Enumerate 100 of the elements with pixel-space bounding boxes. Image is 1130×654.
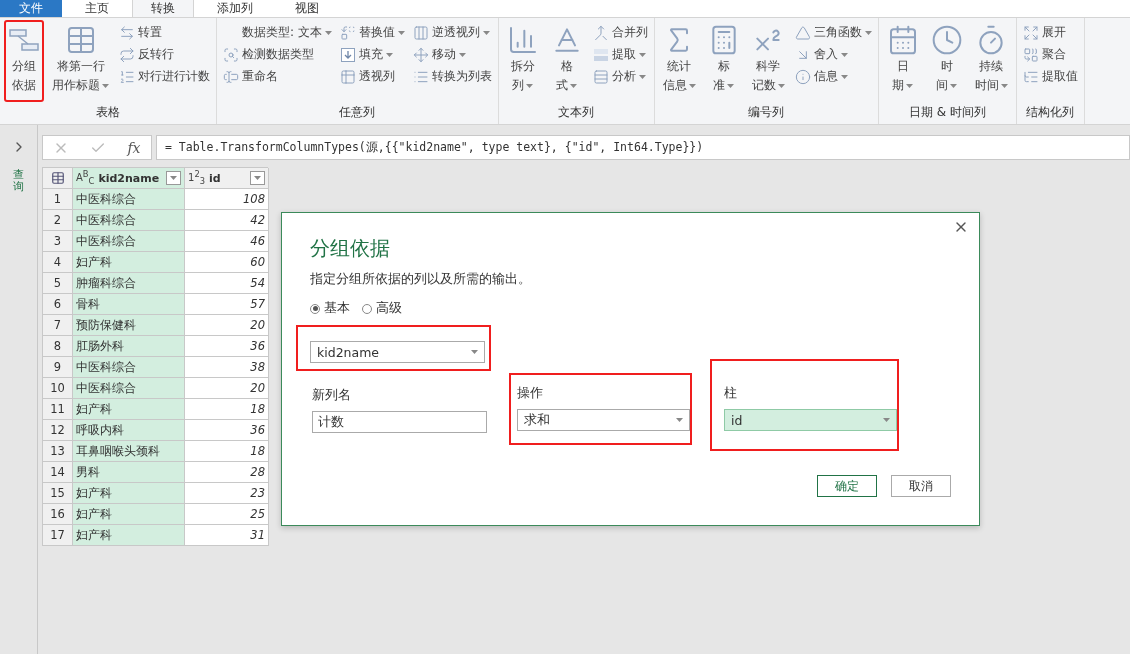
row-number: 8 <box>43 336 73 357</box>
ribbon-button[interactable]: 合并列 <box>590 22 650 43</box>
dialog-title: 分组依据 <box>310 235 391 262</box>
table-icon <box>50 171 65 185</box>
formula-field[interactable]: = Table.TransformColumnTypes(源,{{"kid2name", type text}, {"id", Int64.Type}}) <box>156 135 1130 160</box>
ribbon-button[interactable]: 反转行 <box>117 44 212 65</box>
ribbon-button[interactable]: 提取值 <box>1020 66 1080 87</box>
filter-button[interactable] <box>166 171 181 185</box>
ok-button[interactable]: 确定 <box>817 475 877 497</box>
column-header[interactable]: A$^{B}$$_{C}$ kid2name <box>73 168 185 189</box>
columns-icon <box>412 24 429 41</box>
group-label: 表格 <box>95 104 121 121</box>
caret-icon <box>638 52 646 57</box>
table-cell: 20 <box>185 378 269 399</box>
caret-icon <box>638 74 646 79</box>
ribbon-button[interactable]: 透视列 <box>337 66 407 87</box>
table-cell: 57 <box>185 294 269 315</box>
row-number: 12 <box>43 420 73 441</box>
filter-button[interactable] <box>250 171 265 185</box>
group-label: 编号列 <box>747 104 786 121</box>
group-label: 文本列 <box>557 104 596 121</box>
field-label: 操作 <box>517 385 544 401</box>
row-number: 3 <box>43 231 73 252</box>
table-cell: 中医科综合 <box>73 378 185 399</box>
radio-option[interactable]: 基本 <box>310 300 350 317</box>
caret-icon <box>526 83 534 88</box>
cancel-button[interactable]: 取消 <box>891 475 951 497</box>
menu-tab[interactable]: 文件 <box>0 0 62 17</box>
table-cell: 60 <box>185 252 269 273</box>
row-number: 11 <box>43 399 73 420</box>
row-number: 7 <box>43 315 73 336</box>
caret-icon <box>254 176 261 180</box>
caret-icon <box>950 83 958 88</box>
move-icon <box>412 46 429 63</box>
ribbon-button[interactable]: 格 式 <box>546 20 587 102</box>
ribbon-button[interactable]: 分析 <box>590 66 650 87</box>
table-cell: 男科 <box>73 462 185 483</box>
caret-icon <box>777 83 785 88</box>
ribbon-button[interactable]: 移动 <box>410 44 494 65</box>
table-icon <box>339 68 356 85</box>
pane-label: 查询 <box>13 169 24 194</box>
column-name: id <box>209 171 222 185</box>
row-number: 15 <box>43 483 73 504</box>
input-field[interactable]: 计数 <box>312 411 487 433</box>
caret-icon <box>676 418 683 422</box>
table-cell: 肿瘤科综合 <box>73 273 185 294</box>
function-button[interactable]: fx <box>127 139 141 156</box>
ribbon-button[interactable]: 信息 <box>792 66 874 87</box>
ribbon-button[interactable]: 填充 <box>337 44 407 65</box>
ribbon-button[interactable]: 对行进行计数 <box>117 66 212 87</box>
row-number: 16 <box>43 504 73 525</box>
ribbon-button[interactable]: 时 间 <box>926 20 967 102</box>
caret-icon <box>482 30 490 35</box>
ribbon-button[interactable]: 三角函数 <box>792 22 874 43</box>
text-cursor-icon <box>223 68 239 85</box>
group-label: 结构化列 <box>1025 104 1076 121</box>
ribbon-button[interactable]: 逆透视列 <box>410 22 494 43</box>
table-cell: 中医科综合 <box>73 189 185 210</box>
table-cell: 36 <box>185 420 269 441</box>
ribbon-button[interactable]: 替换值 <box>337 22 407 43</box>
ribbon-button[interactable]: 日 期 <box>882 20 923 102</box>
ribbon-button[interactable]: 拆分 列 <box>502 20 543 102</box>
menu-tab[interactable]: 转换 <box>132 0 194 17</box>
table-cell: 妇产科 <box>73 483 185 504</box>
table-cell: 妇产科 <box>73 399 185 420</box>
column-header[interactable]: 1$^{2}$$_{3}$ id <box>185 168 269 189</box>
select-field[interactable]: kid2name <box>310 341 485 363</box>
radio-option[interactable]: 高级 <box>362 300 402 317</box>
ribbon-button[interactable]: 转置 <box>117 22 212 43</box>
ribbon-button[interactable]: 检测数据类型 <box>221 44 334 65</box>
table-cell: 预防保健科 <box>73 315 185 336</box>
ribbon-button[interactable]: 舍入 <box>792 44 874 65</box>
info-icon <box>794 68 811 85</box>
ribbon-button[interactable]: 科学 记数 <box>747 20 789 102</box>
table-cell: 42 <box>185 210 269 231</box>
ribbon-button[interactable]: 数据类型: 文本 <box>221 22 334 43</box>
table-cell: 54 <box>185 273 269 294</box>
ribbon-button[interactable]: 聚合 <box>1020 44 1080 65</box>
row-number: 2 <box>43 210 73 231</box>
ribbon-button[interactable]: 分组 依据 <box>4 20 44 102</box>
group-label: 日期 & 时间列 <box>907 104 987 121</box>
scan-icon <box>223 46 239 63</box>
select-field[interactable]: 求和 <box>517 409 690 431</box>
select-field[interactable]: id <box>724 409 897 431</box>
ribbon-button[interactable]: 统计 信息 <box>658 20 700 102</box>
table-cell: 耳鼻咽喉头颈科 <box>73 441 185 462</box>
ribbon-button[interactable]: 展开 <box>1020 22 1080 43</box>
table-menu-button[interactable] <box>43 168 73 189</box>
field-label: 柱 <box>724 385 738 401</box>
table-cell: 23 <box>185 483 269 504</box>
table-cell: 中医科综合 <box>73 357 185 378</box>
row-number: 9 <box>43 357 73 378</box>
row-number: 17 <box>43 525 73 546</box>
ribbon-button[interactable]: 持续 时间 <box>970 20 1012 102</box>
table-cell: 20 <box>185 315 269 336</box>
ribbon-button[interactable]: 转换为列表 <box>410 66 494 87</box>
ribbon-button[interactable]: 标 准 <box>703 20 744 102</box>
ribbon-button[interactable]: 重命名 <box>221 66 334 87</box>
ribbon-button[interactable]: 提取 <box>590 44 650 65</box>
ribbon-button[interactable]: 将第一行 用作标题 <box>48 20 113 102</box>
